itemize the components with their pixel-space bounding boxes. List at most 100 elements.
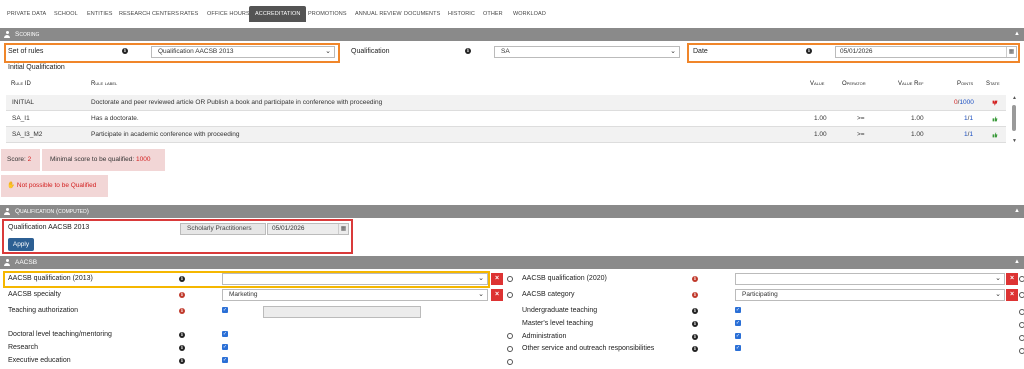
- circle-icon[interactable]: [1019, 309, 1024, 315]
- other-service-label: Other service and outreach responsibilit…: [522, 345, 655, 352]
- score-label: Score:: [7, 156, 26, 163]
- table-scrollbar[interactable]: ▲ ▼: [1011, 95, 1018, 147]
- circle-icon[interactable]: [1019, 292, 1024, 298]
- info-icon: i: [692, 308, 698, 314]
- min-score-value: 1000: [136, 156, 151, 163]
- user-icon: [4, 208, 10, 215]
- research-checkbox[interactable]: ✓: [222, 344, 228, 350]
- aacsb-category-select[interactable]: Participating ⌄: [735, 289, 1005, 301]
- rule-label-cell: Participate in academic conference with …: [91, 131, 240, 138]
- points-max: 1: [969, 115, 974, 122]
- collapse-icon[interactable]: ▲: [1014, 256, 1020, 269]
- tab-workload[interactable]: Workload: [513, 6, 546, 22]
- tab-rates[interactable]: Rates: [180, 6, 198, 22]
- scoring-section-header[interactable]: Scoring ▲: [0, 28, 1024, 41]
- table-row: SA_I3_M2 Participate in academic confere…: [6, 127, 1006, 143]
- tab-research-centers[interactable]: Research Centers: [119, 6, 179, 22]
- circle-icon[interactable]: [507, 333, 513, 339]
- section-title: Qualification (computed): [15, 208, 89, 215]
- tab-private-data[interactable]: Private data: [7, 6, 46, 22]
- other-service-checkbox[interactable]: ✓: [735, 345, 741, 351]
- points-cell: 1/1: [964, 115, 974, 122]
- value-ref-cell: 1.00: [911, 115, 924, 122]
- tab-promotions[interactable]: Promotions: [308, 6, 347, 22]
- circle-icon[interactable]: [1019, 335, 1024, 341]
- chevron-down-icon: ⌄: [995, 275, 1001, 282]
- circle-icon[interactable]: [1019, 276, 1024, 282]
- set-of-rules-select[interactable]: Qualification AACSB 2013 ⌄: [151, 46, 335, 58]
- table-row: INITIAL Doctorate and peer reviewed arti…: [6, 95, 1006, 111]
- scroll-down-icon[interactable]: ▼: [1012, 138, 1017, 144]
- rule-id-cell: INITIAL: [12, 99, 35, 106]
- chevron-down-icon: ⌄: [325, 48, 331, 55]
- calendar-icon[interactable]: ▦: [1006, 47, 1016, 57]
- circle-icon[interactable]: [1019, 322, 1024, 328]
- tab-bar: Private data School Entities Research Ce…: [0, 6, 1024, 22]
- circle-icon[interactable]: [507, 292, 513, 298]
- doctoral-teaching-checkbox[interactable]: ✓: [222, 331, 228, 337]
- tab-annual-review[interactable]: Annual review: [355, 6, 402, 22]
- aacsb-category-value: Participating: [742, 291, 778, 298]
- aacsb-qualification-2013-select[interactable]: ⌄: [222, 273, 488, 285]
- tab-accreditation[interactable]: Accreditation: [249, 6, 307, 22]
- teaching-authorization-input: [263, 306, 421, 318]
- tab-documents[interactable]: Documents: [404, 6, 440, 22]
- apply-button[interactable]: Apply: [8, 238, 34, 251]
- points-max: 1000: [959, 99, 974, 106]
- info-icon: i: [179, 292, 185, 298]
- scrollbar-thumb[interactable]: [1012, 105, 1016, 131]
- tab-office-hours[interactable]: Office Hours: [207, 6, 250, 22]
- aacsb-qualification-2020-select[interactable]: ⌄: [735, 273, 1005, 285]
- qualification-select[interactable]: SA ⌄: [494, 46, 680, 58]
- tab-entities[interactable]: Entities: [87, 6, 113, 22]
- aacsb-section-header[interactable]: AACSB ▲: [0, 256, 1024, 269]
- scroll-up-icon[interactable]: ▲: [1012, 95, 1017, 101]
- clear-icon[interactable]: ×: [1006, 289, 1018, 301]
- chevron-down-icon: ⌄: [670, 48, 676, 55]
- collapse-icon[interactable]: ▲: [1014, 205, 1020, 218]
- qualification-date-value: 05/01/2026: [272, 225, 305, 232]
- tab-school[interactable]: School: [54, 6, 78, 22]
- qualification-computed-label: Qualification AACSB 2013: [8, 224, 90, 231]
- clear-icon[interactable]: ×: [1006, 273, 1018, 285]
- set-of-rules-label: Set of rules: [8, 48, 44, 55]
- info-icon: i: [465, 48, 471, 54]
- chevron-down-icon: ⌄: [478, 291, 484, 298]
- circle-icon[interactable]: [1019, 348, 1024, 354]
- tab-other[interactable]: Other: [483, 6, 503, 22]
- masters-teaching-checkbox[interactable]: ✓: [735, 320, 741, 326]
- qualification-computed-header[interactable]: Qualification (computed) ▲: [0, 205, 1024, 218]
- thumbs-up-icon: [992, 132, 998, 138]
- circle-icon[interactable]: [507, 276, 513, 282]
- rule-id-cell: SA_I1: [12, 115, 30, 122]
- qualification-date-input: 05/01/2026 ▦: [267, 223, 349, 235]
- aacsb-specialty-label: AACSB specialty: [8, 291, 61, 298]
- aacsb-qualification-2020-label: AACSB qualification (2020): [522, 275, 607, 282]
- teaching-authorization-checkbox[interactable]: ✓: [222, 307, 228, 313]
- min-score-box: Minimal score to be qualified: 1000: [42, 149, 165, 171]
- col-points: Points: [957, 81, 974, 87]
- clear-icon[interactable]: ×: [491, 273, 503, 285]
- administration-checkbox[interactable]: ✓: [735, 333, 741, 339]
- executive-education-checkbox[interactable]: ✓: [222, 357, 228, 363]
- col-rule-id: Rule ID: [11, 81, 31, 87]
- undergraduate-teaching-checkbox[interactable]: ✓: [735, 307, 741, 313]
- info-icon: i: [179, 332, 185, 338]
- collapse-icon[interactable]: ▲: [1014, 28, 1020, 41]
- aacsb-specialty-select[interactable]: Marketing ⌄: [222, 289, 488, 301]
- research-label: Research: [8, 344, 38, 351]
- clear-icon[interactable]: ×: [491, 289, 503, 301]
- tab-historic[interactable]: Historic: [448, 6, 475, 22]
- qualification-value: SA: [501, 48, 510, 55]
- points-max: 1: [969, 131, 974, 138]
- score-value: 2: [27, 156, 32, 163]
- aacsb-qualification-2013-label: AACSB qualification (2013): [8, 275, 93, 282]
- not-qualified-text: Not possible to be Qualified: [16, 182, 97, 189]
- date-value: 05/01/2026: [840, 48, 873, 55]
- circle-icon[interactable]: [507, 346, 513, 352]
- date-input[interactable]: 05/01/2026 ▦: [835, 46, 1017, 58]
- circle-icon[interactable]: [507, 359, 513, 365]
- points-value: 1: [964, 115, 968, 122]
- date-label: Date: [693, 48, 708, 55]
- info-icon: i: [692, 334, 698, 340]
